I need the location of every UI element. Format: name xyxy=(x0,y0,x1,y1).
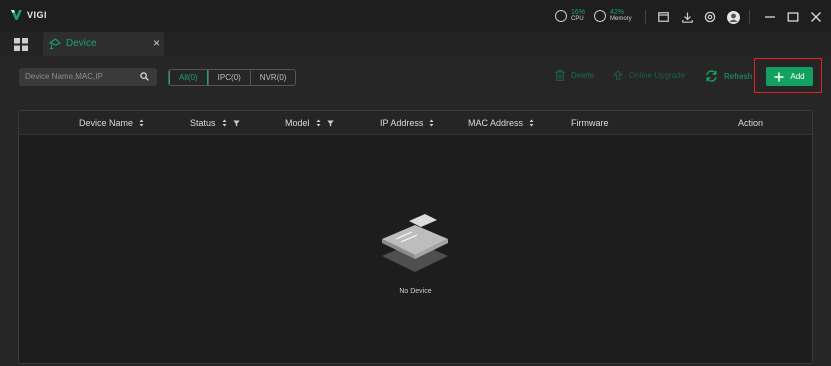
trash-icon xyxy=(555,70,565,81)
filter-ipc[interactable]: IPC(0) xyxy=(207,70,250,85)
column-label: Model xyxy=(285,118,310,128)
upgrade-label: Online Upgrade xyxy=(629,71,686,80)
search-input[interactable]: Device Name,MAC,IP xyxy=(19,68,157,86)
add-label: Add xyxy=(790,72,805,81)
sort-icon[interactable] xyxy=(222,119,227,127)
column-firmware: Firmware xyxy=(571,118,609,128)
column-mac-address[interactable]: MAC Address xyxy=(468,118,534,128)
device-type-filter: All(0) IPC(0) NVR(0) xyxy=(168,69,297,86)
memory-label: Memory xyxy=(610,16,632,22)
tab-close-icon[interactable]: × xyxy=(153,36,160,50)
maximize-icon[interactable] xyxy=(786,10,800,24)
app-logo-text: VIGI xyxy=(27,10,48,20)
refresh-icon xyxy=(706,70,717,82)
column-status[interactable]: Status xyxy=(190,118,240,128)
empty-state-text: No Device xyxy=(399,288,432,295)
empty-box-icon xyxy=(382,214,448,272)
settings-icon[interactable] xyxy=(703,10,717,24)
window-icon[interactable] xyxy=(656,10,670,24)
search-placeholder: Device Name,MAC,IP xyxy=(25,72,103,81)
filter-icon[interactable] xyxy=(326,120,334,127)
close-icon[interactable] xyxy=(809,10,823,24)
memory-ring-icon xyxy=(594,10,606,22)
table-header: Device Name Status Model IP Address MAC … xyxy=(19,111,812,135)
column-label: Action xyxy=(738,118,764,128)
column-label: IP Address xyxy=(380,118,424,128)
delete-label: Delete xyxy=(571,71,595,80)
column-model[interactable]: Model xyxy=(285,118,334,128)
download-icon[interactable] xyxy=(680,10,694,24)
app-logo: VIGI xyxy=(10,9,47,21)
column-device-name[interactable]: Device Name xyxy=(79,118,144,128)
refresh-button[interactable]: Refresh xyxy=(705,70,752,82)
vigi-logo-icon xyxy=(11,10,22,20)
minimize-icon[interactable] xyxy=(763,10,777,24)
tab-label: Device xyxy=(66,38,97,49)
column-label: Device Name xyxy=(79,118,134,128)
delete-button[interactable]: Delete xyxy=(555,70,594,81)
device-icon xyxy=(49,38,61,49)
app-grid-icon[interactable] xyxy=(14,38,28,56)
avatar[interactable] xyxy=(726,10,740,24)
sort-icon[interactable] xyxy=(316,119,321,127)
column-label: Status xyxy=(190,118,216,128)
filter-icon[interactable] xyxy=(232,120,240,127)
cpu-stat: 16% CPU xyxy=(555,9,585,23)
filter-nvr[interactable]: NVR(0) xyxy=(249,70,296,85)
refresh-label: Refresh xyxy=(724,71,753,81)
sort-icon[interactable] xyxy=(139,119,144,127)
memory-value: 42% xyxy=(610,9,625,16)
sort-icon[interactable] xyxy=(429,119,434,127)
tab-device[interactable]: Device × xyxy=(43,32,164,56)
cpu-label: CPU xyxy=(571,16,584,22)
divider xyxy=(645,10,646,24)
filter-all[interactable]: All(0) xyxy=(169,70,208,85)
column-action: Action xyxy=(738,118,763,128)
online-upgrade-button[interactable]: Online Upgrade xyxy=(613,70,685,81)
search-icon[interactable] xyxy=(140,72,149,81)
memory-stat: 42% Memory xyxy=(594,9,632,23)
add-button[interactable]: Add xyxy=(766,67,813,86)
divider xyxy=(749,10,750,24)
cpu-value: 16% xyxy=(571,9,586,16)
plus-icon xyxy=(774,72,784,81)
sort-icon[interactable] xyxy=(529,119,534,127)
column-label: Firmware xyxy=(571,118,609,128)
cpu-ring-icon xyxy=(555,10,567,22)
column-ip-address[interactable]: IP Address xyxy=(380,118,434,128)
title-bar: VIGI 16% CPU 42% Memory xyxy=(0,0,831,32)
column-label: MAC Address xyxy=(468,118,524,128)
upgrade-icon xyxy=(613,70,623,80)
